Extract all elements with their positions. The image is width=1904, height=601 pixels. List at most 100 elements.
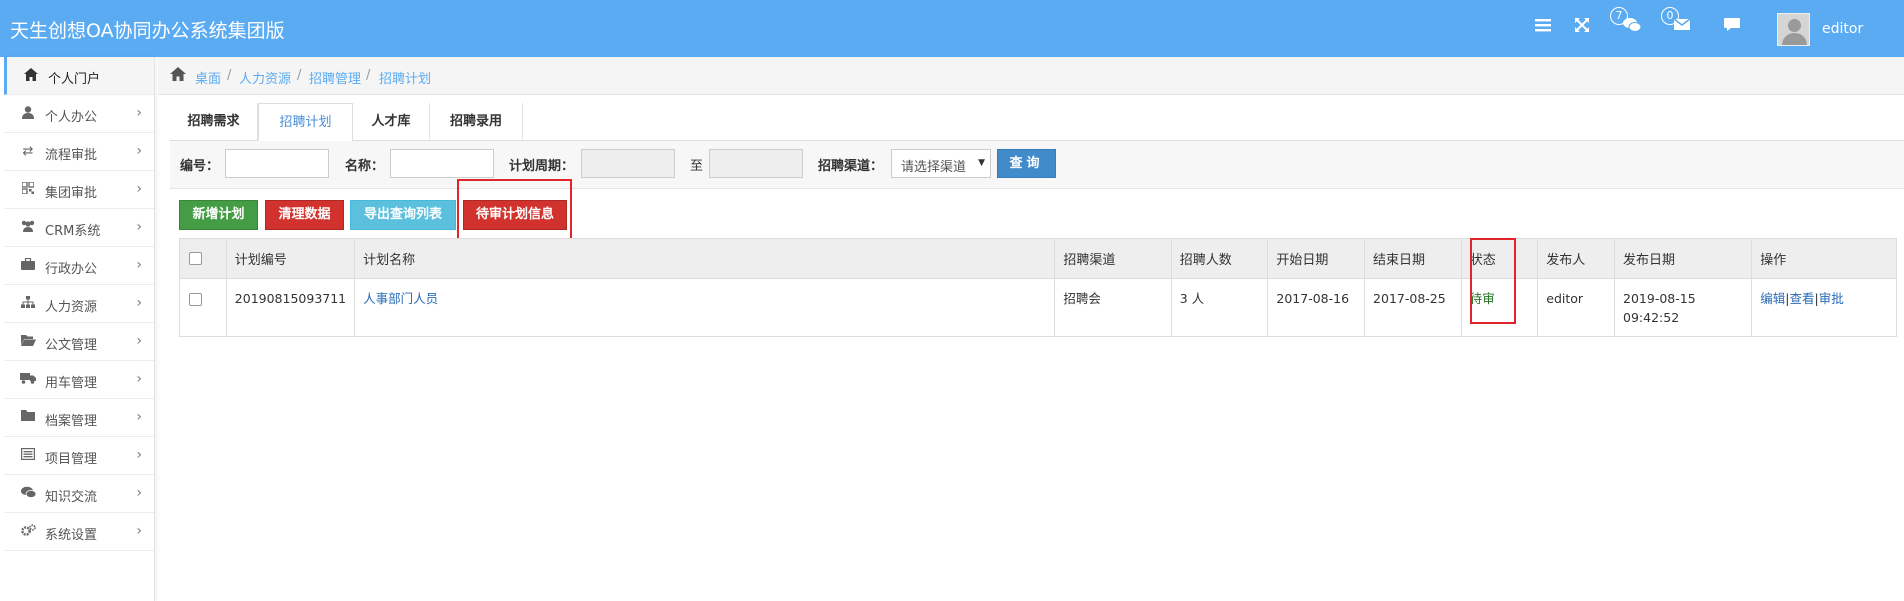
cell-count: 3 人 [1170,278,1269,337]
query-button[interactable]: 查询 [997,149,1056,178]
view-link[interactable]: 查看 [1789,291,1814,306]
tab-recruit-demand[interactable]: 招聘需求 [170,103,258,141]
folder-icon [20,410,36,425]
cell-plan-code: 20190815093711 [225,278,356,337]
truck-icon [20,372,36,388]
list-alt-icon [20,448,36,464]
col-plan-name: 计划名称 [354,238,1056,279]
name-input[interactable] [390,149,494,178]
code-label: 编号： [180,159,220,174]
sidebar-item-archives[interactable]: 档案管理 › [4,399,154,437]
sidebar-item-group-approval[interactable]: 集团审批 › [4,171,154,209]
cell-publisher: editor [1537,278,1616,337]
breadcrumb-desktop[interactable]: 桌面 [195,68,221,87]
comments-icon [20,486,36,502]
home-icon [170,67,186,85]
cell-start-date: 2017-08-16 [1267,278,1366,337]
cell-end-date: 2017-08-25 [1364,278,1462,337]
tab-recruit-hire[interactable]: 招聘录用 [430,103,523,141]
sidebar-item-admin-office[interactable]: 行政办公 › [4,247,154,285]
tab-recruit-plan[interactable]: 招聘计划 [258,103,353,142]
top-header: 天生创想OA协同办公系统集团版 7 0 editor [0,0,1904,57]
period-to-label: 至 [690,159,704,174]
plan-name-link[interactable]: 人事部门人员 [363,291,438,306]
sidebar-item-crm[interactable]: CRM系统 › [4,209,154,247]
chevron-right-icon: › [136,257,142,273]
sidebar-item-portal[interactable]: 个人门户 [4,57,154,95]
sidebar-item-projects[interactable]: 项目管理 › [4,437,154,475]
users-icon [20,220,36,236]
period-end-input[interactable] [709,149,803,178]
sidebar: 个人门户 个人办公 › ⇄ 流程审批 › 集团审批 › CRM系统 › 行政办公… [0,57,155,601]
cell-publish-date: 2019-08-15 [1623,291,1696,306]
name-label: 名称： [345,159,385,174]
folder-open-icon [20,334,36,350]
chevron-right-icon: › [136,485,142,501]
chevron-right-icon: › [136,371,142,387]
breadcrumb: 桌面 / 人力资源 / 招聘管理 / 招聘计划 [158,57,1904,95]
sidebar-item-personal-office[interactable]: 个人办公 › [4,95,154,133]
col-start-date: 开始日期 [1267,238,1366,279]
sidebar-item-vehicles[interactable]: 用车管理 › [4,361,154,399]
briefcase-icon [20,257,36,274]
chevron-right-icon: › [136,219,142,235]
col-plan-code: 计划编号 [225,238,356,279]
chevron-right-icon: › [136,143,142,159]
approve-link[interactable]: 审批 [1819,291,1844,306]
table-row: 20190815093711 人事部门人员 招聘会 3 人 2017-08-16… [179,278,1897,337]
chat-icon[interactable] [1621,16,1643,38]
col-publisher: 发布人 [1537,238,1616,279]
cogs-icon [20,524,36,541]
highlight-box-status [1470,238,1516,324]
home-icon [23,68,39,85]
channel-label: 招聘渠道： [818,159,884,174]
sidebar-item-hr[interactable]: 人力资源 › [4,285,154,323]
period-start-input[interactable] [581,149,675,178]
tab-talent-pool[interactable]: 人才库 [353,103,430,141]
retweet-icon: ⇄ [22,144,34,159]
sitemap-icon [20,296,36,312]
chevron-right-icon: › [136,333,142,349]
app-title: 天生创想OA协同办公系统集团版 [10,20,285,42]
plan-table: 计划编号 计划名称 招聘渠道 招聘人数 开始日期 结束日期 状态 发布人 发布日… [179,238,1897,337]
caret-down-icon: ▼ [978,158,985,168]
table-header-row: 计划编号 计划名称 招聘渠道 招聘人数 开始日期 结束日期 状态 发布人 发布日… [179,238,1897,279]
chevron-right-icon: › [136,181,142,197]
chevron-right-icon: › [136,105,142,121]
breadcrumb-recruit-plan[interactable]: 招聘计划 [379,68,431,87]
menu-toggle-icon[interactable] [1532,16,1554,38]
chevron-right-icon: › [136,409,142,425]
breadcrumb-hr[interactable]: 人力资源 [239,68,291,87]
sidebar-item-settings[interactable]: 系统设置 › [4,513,154,551]
breadcrumb-recruit-mgmt[interactable]: 招聘管理 [309,68,361,87]
chevron-right-icon: › [136,295,142,311]
sidebar-item-workflow[interactable]: ⇄ 流程审批 › [4,133,154,171]
username[interactable]: editor [1822,21,1863,37]
mail-icon[interactable] [1671,16,1693,38]
period-label: 计划周期： [509,159,575,174]
tabs-bar: 招聘需求 招聘计划 人才库 招聘录用 [170,103,1904,142]
code-input[interactable] [225,149,329,178]
clear-data-button[interactable]: 清理数据 [265,200,344,230]
col-end-date: 结束日期 [1364,238,1462,279]
col-channel: 招聘渠道 [1054,238,1172,279]
qrcode-icon [20,181,36,198]
chevron-right-icon: › [136,523,142,539]
chevron-right-icon: › [136,447,142,463]
comment-icon[interactable] [1721,16,1743,38]
cell-publish-time: 09:42:52 [1623,310,1680,325]
edit-link[interactable]: 编辑 [1760,291,1785,306]
export-list-button[interactable]: 导出查询列表 [350,200,456,230]
user-icon [20,106,36,123]
row-checkbox[interactable] [189,293,202,306]
select-all-checkbox[interactable] [189,252,202,265]
col-publish-date: 发布日期 [1614,238,1753,279]
cell-channel: 招聘会 [1054,278,1172,337]
add-plan-button[interactable]: 新增计划 [179,200,258,230]
sidebar-item-documents[interactable]: 公文管理 › [4,323,154,361]
avatar[interactable] [1777,13,1810,46]
fullscreen-icon[interactable] [1571,16,1593,38]
sidebar-item-knowledge[interactable]: 知识交流 › [4,475,154,513]
channel-select[interactable]: 请选择渠道 ▼ [891,149,991,178]
col-count: 招聘人数 [1170,238,1269,279]
